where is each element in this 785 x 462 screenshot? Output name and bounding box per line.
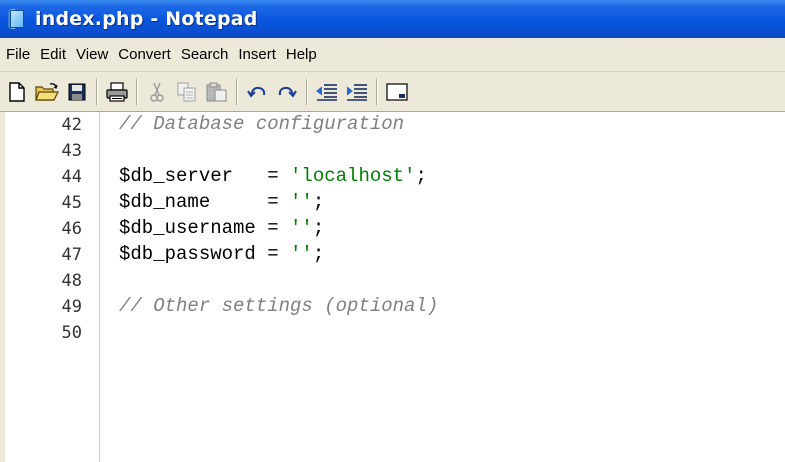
save-floppy-icon[interactable] [64, 78, 90, 106]
code-line[interactable]: // Other settings (optional) [119, 295, 438, 317]
notepad-icon [8, 9, 26, 29]
editor-area[interactable]: 42 43 44 45 46 47 48 49 50 // Database c… [0, 112, 785, 462]
menu-edit[interactable]: Edit [36, 43, 71, 66]
line-number: 48 [61, 271, 82, 291]
code-line[interactable]: $db_server = 'localhost'; [119, 165, 427, 187]
window-icon[interactable] [384, 78, 410, 106]
menu-file[interactable]: File [2, 43, 35, 66]
code-comment: // Other settings (optional) [119, 295, 439, 317]
print-icon[interactable] [104, 78, 130, 106]
code-string: 'localhost' [290, 165, 416, 187]
code-line[interactable]: // Database configuration [119, 113, 404, 135]
code-line[interactable]: $db_name = ''; [119, 191, 324, 213]
code-text: ; [312, 191, 325, 213]
menu-bar: File Edit View Convert Search Insert Hel… [0, 38, 785, 72]
menu-search[interactable]: Search [177, 43, 234, 66]
code-text: $db_name = [119, 191, 291, 213]
line-number: 49 [61, 297, 82, 317]
indent-icon[interactable] [344, 78, 370, 106]
toolbar [0, 72, 785, 112]
menu-convert[interactable]: Convert [114, 43, 176, 66]
redo-icon[interactable] [274, 78, 300, 106]
outdent-icon[interactable] [314, 78, 340, 106]
code-text: ; [312, 243, 325, 265]
line-number-gutter: 42 43 44 45 46 47 48 49 50 [0, 112, 100, 462]
code-line[interactable]: $db_username = ''; [119, 217, 324, 239]
line-number: 45 [61, 193, 82, 213]
line-number: 44 [61, 167, 82, 187]
code-text: $db_server = [119, 165, 291, 187]
paste-icon[interactable] [204, 78, 230, 106]
code-string: '' [290, 243, 313, 265]
code-text: $db_username = [119, 217, 291, 239]
window-title: index.php - Notepad [35, 8, 258, 30]
line-number: 46 [61, 219, 82, 239]
open-folder-icon[interactable] [34, 78, 60, 106]
line-number: 43 [61, 141, 82, 161]
menu-insert[interactable]: Insert [234, 43, 281, 66]
code-comment: // Database configuration [119, 113, 405, 135]
menu-view[interactable]: View [72, 43, 113, 66]
title-bar[interactable]: index.php - Notepad [0, 0, 785, 38]
code-string: '' [290, 217, 313, 239]
menu-help[interactable]: Help [282, 43, 322, 66]
code-text: ; [312, 217, 325, 239]
copy-icon[interactable] [174, 78, 200, 106]
undo-icon[interactable] [244, 78, 270, 106]
code-string: '' [290, 191, 313, 213]
new-file-icon[interactable] [4, 78, 30, 106]
line-number: 42 [61, 115, 82, 135]
code-text: ; [415, 165, 427, 187]
line-number: 47 [61, 245, 82, 265]
code-line[interactable]: $db_password = ''; [119, 243, 324, 265]
cut-scissors-icon[interactable] [144, 78, 170, 106]
line-number: 50 [61, 323, 82, 343]
code-text: $db_password = [119, 243, 291, 265]
